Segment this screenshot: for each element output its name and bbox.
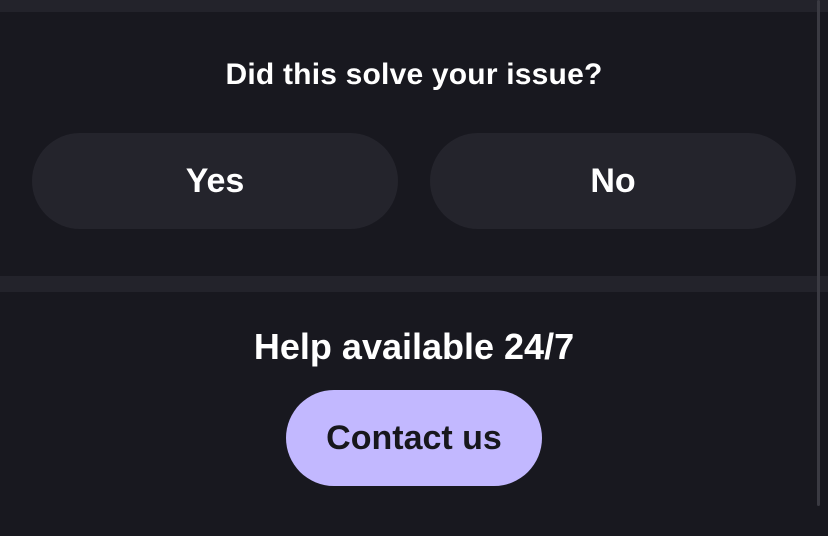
help-page: Did this solve your issue? Yes No Help a… <box>0 0 828 536</box>
no-button[interactable]: No <box>430 133 796 229</box>
help-heading: Help available 24/7 <box>253 326 575 367</box>
scrollbar[interactable] <box>817 0 820 506</box>
section-divider-top <box>0 0 828 12</box>
contact-us-button[interactable]: Contact us <box>286 390 542 486</box>
section-divider <box>0 276 828 292</box>
feedback-question: Did this solve your issue? <box>225 58 603 91</box>
yes-button[interactable]: Yes <box>32 133 398 229</box>
